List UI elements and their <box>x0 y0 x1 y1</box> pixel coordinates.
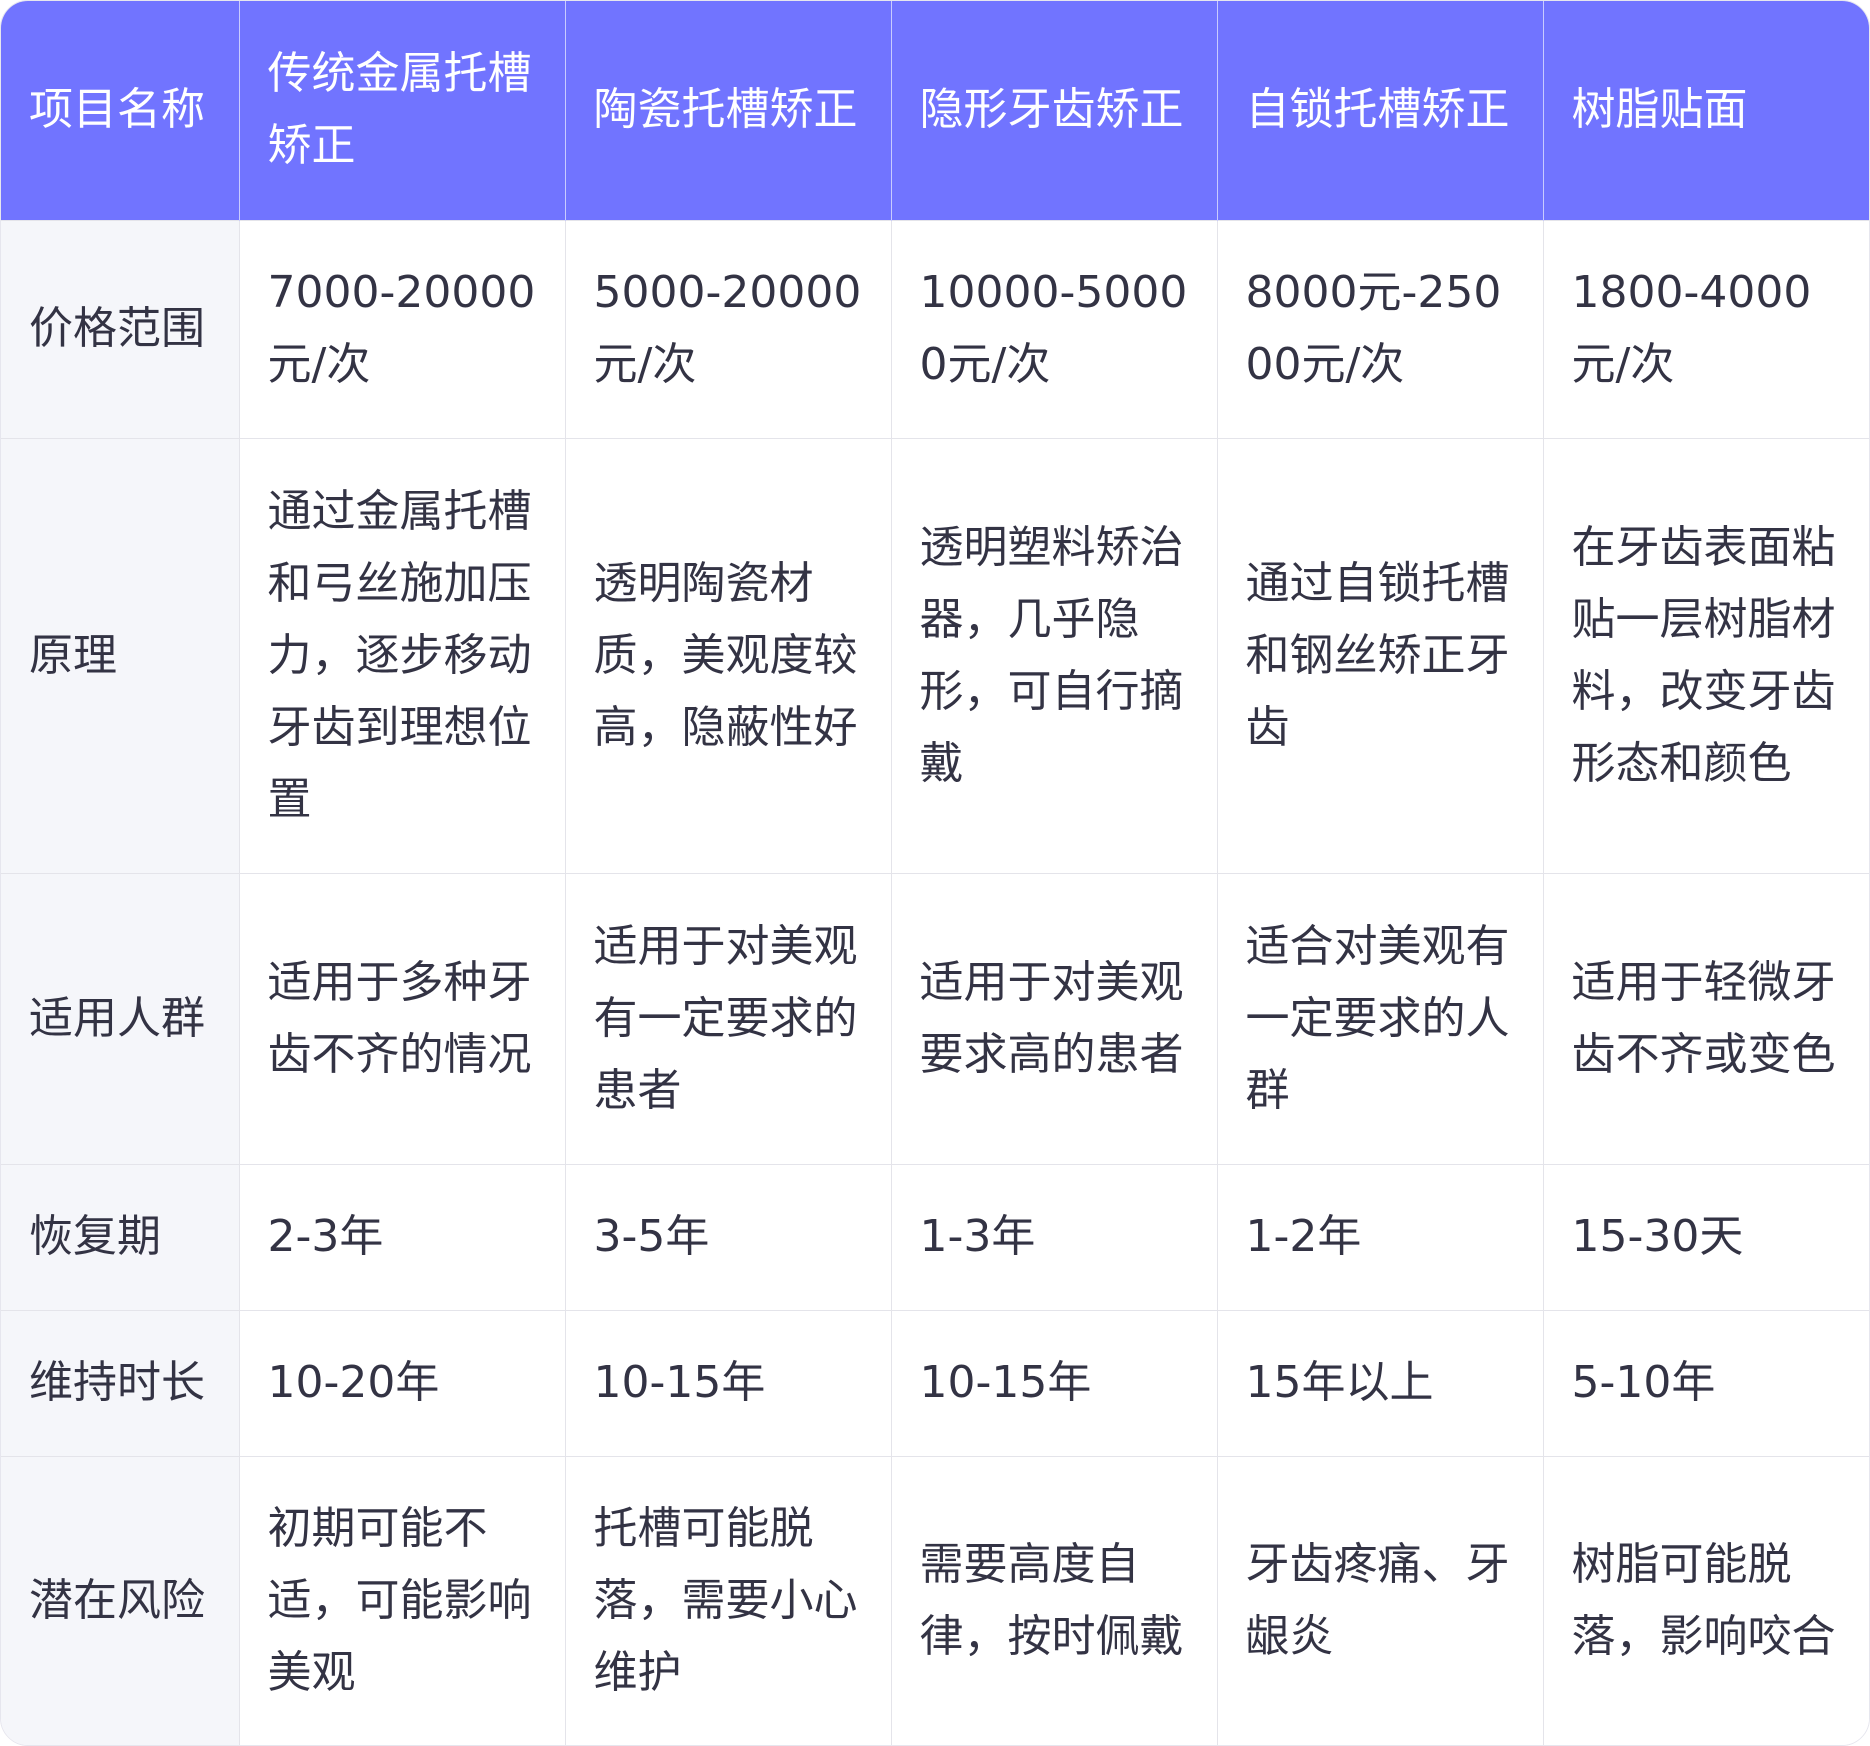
row-label-duration: 维持时长 <box>1 1309 240 1456</box>
table-cell: 3-5年 <box>565 1163 892 1310</box>
table-cell: 在牙齿表面粘贴一层树脂材料，改变牙齿形态和颜色 <box>1543 437 1869 873</box>
header-cell-self-ligating-braces: 自锁托槽矫正 <box>1217 1 1544 220</box>
table-cell: 适用于对美观要求高的患者 <box>891 872 1218 1164</box>
header-cell-metal-braces: 传统金属托槽矫正 <box>239 1 566 220</box>
table-cell: 透明陶瓷材质，美观度较高，隐蔽性好 <box>565 437 892 873</box>
row-label-price: 价格范围 <box>1 219 240 438</box>
table-cell: 15-30天 <box>1543 1163 1869 1310</box>
table-cell: 8000元-25000元/次 <box>1217 219 1544 438</box>
table-row-price: 价格范围 7000-20000元/次 5000-20000元/次 10000-5… <box>1 219 1869 438</box>
table-cell: 树脂可能脱落，影响咬合 <box>1543 1455 1869 1745</box>
comparison-table: 项目名称 传统金属托槽矫正 陶瓷托槽矫正 隐形牙齿矫正 自锁托槽矫正 树脂贴面 … <box>1 1 1869 1745</box>
table-row-risk: 潜在风险 初期可能不适，可能影响美观 托槽可能脱落，需要小心维护 需要高度自律，… <box>1 1455 1869 1745</box>
table-cell: 适用于对美观有一定要求的患者 <box>565 872 892 1164</box>
row-label-recovery: 恢复期 <box>1 1163 240 1310</box>
row-label-risk: 潜在风险 <box>1 1455 240 1745</box>
table-row-principle: 原理 通过金属托槽和弓丝施加压力，逐步移动牙齿到理想位置 透明陶瓷材质，美观度较… <box>1 437 1869 873</box>
table-cell: 适用于多种牙齿不齐的情况 <box>239 872 566 1164</box>
table-cell: 15年以上 <box>1217 1309 1544 1456</box>
row-label-people: 适用人群 <box>1 872 240 1164</box>
table-cell: 通过金属托槽和弓丝施加压力，逐步移动牙齿到理想位置 <box>239 437 566 873</box>
table-cell: 10-15年 <box>891 1309 1218 1456</box>
header-row: 项目名称 传统金属托槽矫正 陶瓷托槽矫正 隐形牙齿矫正 自锁托槽矫正 树脂贴面 <box>1 1 1869 220</box>
header-cell-invisible-aligners: 隐形牙齿矫正 <box>891 1 1218 220</box>
table-cell: 透明塑料矫治器，几乎隐形，可自行摘戴 <box>891 437 1218 873</box>
table-cell: 适合对美观有一定要求的人群 <box>1217 872 1544 1164</box>
table-cell: 1800-4000元/次 <box>1543 219 1869 438</box>
table-cell: 10-20年 <box>239 1309 566 1456</box>
table-row-duration: 维持时长 10-20年 10-15年 10-15年 15年以上 5-10年 <box>1 1309 1869 1456</box>
header-cell-resin-veneers: 树脂贴面 <box>1543 1 1869 220</box>
table-cell: 初期可能不适，可能影响美观 <box>239 1455 566 1745</box>
table-cell: 托槽可能脱落，需要小心维护 <box>565 1455 892 1745</box>
table-cell: 牙齿疼痛、牙龈炎 <box>1217 1455 1544 1745</box>
header-cell-item-name: 项目名称 <box>1 1 240 220</box>
table-cell: 5000-20000元/次 <box>565 219 892 438</box>
row-label-principle: 原理 <box>1 437 240 873</box>
table-cell: 5-10年 <box>1543 1309 1869 1456</box>
table-row-recovery: 恢复期 2-3年 3-5年 1-3年 1-2年 15-30天 <box>1 1163 1869 1310</box>
table-cell: 通过自锁托槽和钢丝矫正牙齿 <box>1217 437 1544 873</box>
table-cell: 7000-20000元/次 <box>239 219 566 438</box>
table-row-people: 适用人群 适用于多种牙齿不齐的情况 适用于对美观有一定要求的患者 适用于对美观要… <box>1 872 1869 1164</box>
table-cell: 10-15年 <box>565 1309 892 1456</box>
table-cell: 1-3年 <box>891 1163 1218 1310</box>
table-cell: 需要高度自律，按时佩戴 <box>891 1455 1218 1745</box>
table-cell: 适用于轻微牙齿不齐或变色 <box>1543 872 1869 1164</box>
table-cell: 2-3年 <box>239 1163 566 1310</box>
header-cell-ceramic-braces: 陶瓷托槽矫正 <box>565 1 892 220</box>
table-cell: 1-2年 <box>1217 1163 1544 1310</box>
comparison-table-container: 项目名称 传统金属托槽矫正 陶瓷托槽矫正 隐形牙齿矫正 自锁托槽矫正 树脂贴面 … <box>0 0 1870 1746</box>
table-cell: 10000-50000元/次 <box>891 219 1218 438</box>
